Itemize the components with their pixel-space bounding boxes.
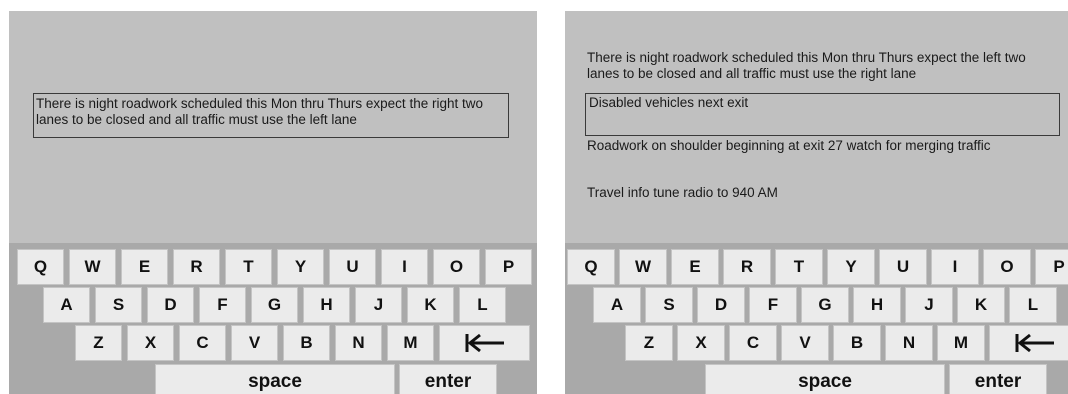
message-item[interactable]: Roadwork on shoulder beginning at exit 2… bbox=[587, 138, 1047, 154]
right-screen: There is night roadwork scheduled this M… bbox=[565, 11, 1068, 394]
key-j[interactable]: J bbox=[355, 287, 402, 323]
key-k[interactable]: K bbox=[407, 287, 454, 323]
message-item-text: Disabled vehicles next exit bbox=[589, 95, 749, 110]
key-l[interactable]: L bbox=[1009, 287, 1057, 323]
backspace-key[interactable] bbox=[439, 325, 530, 361]
key-h[interactable]: H bbox=[303, 287, 350, 323]
key-a[interactable]: A bbox=[43, 287, 90, 323]
key-p[interactable]: P bbox=[485, 249, 532, 285]
key-u[interactable]: U bbox=[329, 249, 376, 285]
key-j[interactable]: J bbox=[905, 287, 953, 323]
key-c[interactable]: C bbox=[729, 325, 777, 361]
key-q[interactable]: Q bbox=[17, 249, 64, 285]
key-g[interactable]: G bbox=[801, 287, 849, 323]
key-a[interactable]: A bbox=[593, 287, 641, 323]
key-m[interactable]: M bbox=[937, 325, 985, 361]
key-w[interactable]: W bbox=[69, 249, 116, 285]
keyboard: Q W E R T Y U I O P A S D F G H J K L Z X C V B N Mspace enter bbox=[565, 243, 1068, 394]
message-item[interactable]: There is night roadwork scheduled this M… bbox=[587, 50, 1057, 82]
key-o[interactable]: O bbox=[983, 249, 1031, 285]
key-v[interactable]: V bbox=[781, 325, 829, 361]
message-display-area: There is night roadwork scheduled this M… bbox=[9, 11, 537, 243]
key-w[interactable]: W bbox=[619, 249, 667, 285]
key-i[interactable]: I bbox=[931, 249, 979, 285]
key-x[interactable]: X bbox=[677, 325, 725, 361]
key-n[interactable]: N bbox=[335, 325, 382, 361]
key-s[interactable]: S bbox=[95, 287, 142, 323]
key-i[interactable]: I bbox=[381, 249, 428, 285]
enter-key[interactable]: enter bbox=[949, 364, 1047, 394]
message-list: There is night roadwork scheduled this M… bbox=[565, 11, 1068, 243]
key-x[interactable]: X bbox=[127, 325, 174, 361]
key-y[interactable]: Y bbox=[827, 249, 875, 285]
message-box[interactable]: There is night roadwork scheduled this M… bbox=[33, 93, 509, 138]
backspace-arrow-icon bbox=[1015, 333, 1054, 353]
key-t[interactable]: T bbox=[775, 249, 823, 285]
key-f[interactable]: F bbox=[749, 287, 797, 323]
left-screen: There is night roadwork scheduled this M… bbox=[9, 11, 537, 394]
key-t[interactable]: T bbox=[225, 249, 272, 285]
key-d[interactable]: D bbox=[147, 287, 194, 323]
key-n[interactable]: N bbox=[885, 325, 933, 361]
key-p[interactable]: P bbox=[1035, 249, 1068, 285]
key-z[interactable]: Z bbox=[75, 325, 122, 361]
key-b[interactable]: B bbox=[833, 325, 881, 361]
key-e[interactable]: E bbox=[121, 249, 168, 285]
key-y[interactable]: Y bbox=[277, 249, 324, 285]
key-r[interactable]: R bbox=[723, 249, 771, 285]
key-d[interactable]: D bbox=[697, 287, 745, 323]
message-text: There is night roadwork scheduled this M… bbox=[36, 96, 483, 127]
key-s[interactable]: S bbox=[645, 287, 693, 323]
key-c[interactable]: C bbox=[179, 325, 226, 361]
space-key[interactable]: space bbox=[155, 364, 395, 394]
message-item-text: Travel info tune radio to 940 AM bbox=[587, 185, 778, 200]
space-key[interactable]: space bbox=[705, 364, 945, 394]
key-m[interactable]: M bbox=[387, 325, 434, 361]
key-u[interactable]: U bbox=[879, 249, 927, 285]
message-item-selected[interactable]: Disabled vehicles next exit bbox=[585, 93, 1060, 136]
backspace-arrow-icon bbox=[465, 333, 504, 353]
key-h[interactable]: H bbox=[853, 287, 901, 323]
key-k[interactable]: K bbox=[957, 287, 1005, 323]
keyboard: Q W E R T Y U I O P A S D F G H J K L Z X C V B N Mspace enter bbox=[9, 243, 537, 394]
key-r[interactable]: R bbox=[173, 249, 220, 285]
enter-key[interactable]: enter bbox=[399, 364, 497, 394]
message-item[interactable]: Travel info tune radio to 940 AM bbox=[587, 185, 1047, 201]
message-item-text: Roadwork on shoulder beginning at exit 2… bbox=[587, 138, 991, 153]
key-z[interactable]: Z bbox=[625, 325, 673, 361]
key-b[interactable]: B bbox=[283, 325, 330, 361]
backspace-key[interactable] bbox=[989, 325, 1068, 361]
key-g[interactable]: G bbox=[251, 287, 298, 323]
key-v[interactable]: V bbox=[231, 325, 278, 361]
key-f[interactable]: F bbox=[199, 287, 246, 323]
key-q[interactable]: Q bbox=[567, 249, 615, 285]
key-o[interactable]: O bbox=[433, 249, 480, 285]
key-e[interactable]: E bbox=[671, 249, 719, 285]
message-item-text: There is night roadwork scheduled this M… bbox=[587, 50, 1026, 81]
key-l[interactable]: L bbox=[459, 287, 506, 323]
